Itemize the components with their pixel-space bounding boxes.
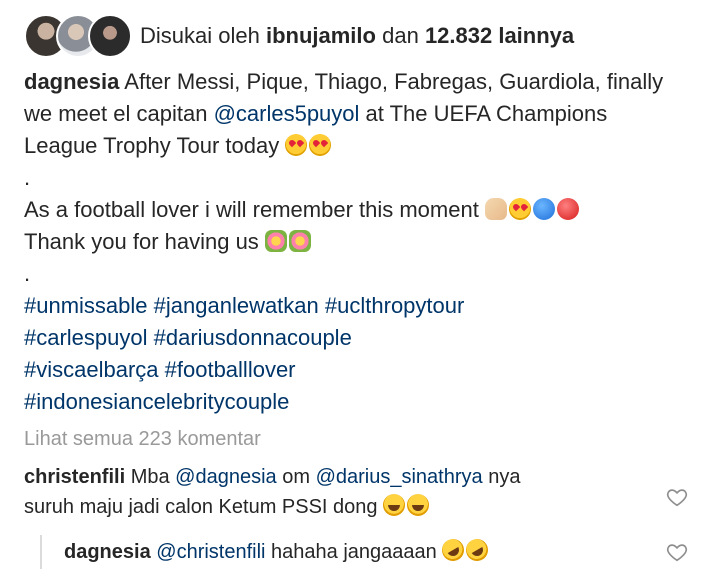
hashtag-link[interactable]: #indonesiancelebritycouple	[24, 389, 289, 414]
laughing-emoji-icon	[407, 494, 430, 516]
post-caption: dagnesia After Messi, Pique, Thiago, Fab…	[24, 66, 704, 418]
heart-eyes-emoji-icon	[285, 134, 308, 156]
view-all-comments-link[interactable]: Lihat semua 223 komentar	[24, 428, 261, 451]
caption-text: League Trophy Tour today	[24, 133, 280, 158]
laughing-emoji-icon	[383, 494, 406, 516]
hashtag-link[interactable]: #footballlover	[165, 357, 296, 382]
likes-count[interactable]: 12.832 lainnya	[425, 23, 574, 48]
comment-text: Mba	[130, 466, 170, 488]
mention-link[interactable]: @darius_sinathrya	[316, 466, 483, 488]
caption-text: Thank you for having us	[24, 229, 259, 254]
hashtag-link[interactable]: #viscaelbarça	[24, 357, 159, 382]
blue-circle-emoji-icon	[532, 198, 555, 220]
comment-text: om	[282, 466, 311, 488]
red-circle-emoji-icon	[556, 198, 579, 220]
avatar[interactable]	[88, 14, 132, 58]
reply-username[interactable]: dagnesia	[64, 541, 151, 563]
comment-username[interactable]: christenfili	[24, 466, 125, 488]
caption-text: After Messi, Pique, Thiago, Fabregas, Gu…	[124, 69, 664, 94]
caption-dot: .	[24, 261, 31, 286]
comment: christenfili Mba @dagnesia om @darius_si…	[24, 462, 644, 522]
praying-hands-emoji-icon	[484, 198, 507, 220]
likes-row: Disukai oleh ibnujamilo dan 12.832 lainn…	[24, 14, 574, 58]
heart-eyes-emoji-icon	[508, 198, 531, 220]
hashtag-link[interactable]: #carlespuyol	[24, 325, 148, 350]
mention-link[interactable]: @dagnesia	[175, 466, 276, 488]
caption-text: As a football lover i will remember this…	[24, 197, 479, 222]
comment-text: suruh maju jadi calon Ketum PSSI dong	[24, 496, 378, 518]
likes-connector: dan	[382, 23, 419, 48]
heart-outline-icon[interactable]	[666, 541, 688, 563]
heart-eyes-emoji-icon	[309, 134, 332, 156]
caption-text: we meet el capitan	[24, 101, 208, 126]
reply-text: hahaha jangaaaan	[271, 541, 437, 563]
caption-text: at The UEFA Champions	[365, 101, 608, 126]
hashtag-link[interactable]: #janganlewatkan	[154, 293, 319, 318]
mention-link[interactable]: @christenfili	[156, 541, 265, 563]
hashtag-link[interactable]: #uclthropytour	[325, 293, 464, 318]
comment-text: nya	[488, 466, 521, 488]
reply-comment: dagnesia @christenfili hahaha jangaaaan	[40, 534, 493, 569]
liker-username[interactable]: ibnujamilo	[266, 23, 376, 48]
heart-outline-icon[interactable]	[666, 486, 688, 508]
hashtag-link[interactable]: #unmissable	[24, 293, 148, 318]
bouquet-emoji-icon	[264, 230, 287, 252]
mention-link[interactable]: @carles5puyol	[214, 101, 360, 126]
rofl-emoji-icon	[462, 534, 493, 566]
likes-summary[interactable]: Disukai oleh ibnujamilo dan 12.832 lainn…	[140, 23, 574, 49]
hashtag-link[interactable]: #dariusdonnacouple	[154, 325, 352, 350]
bouquet-emoji-icon	[288, 230, 311, 252]
caption-dot: .	[24, 165, 31, 190]
likes-prefix: Disukai oleh	[140, 23, 260, 48]
caption-username[interactable]: dagnesia	[24, 69, 119, 94]
liker-avatars[interactable]	[24, 14, 132, 58]
rofl-emoji-icon	[438, 534, 469, 566]
